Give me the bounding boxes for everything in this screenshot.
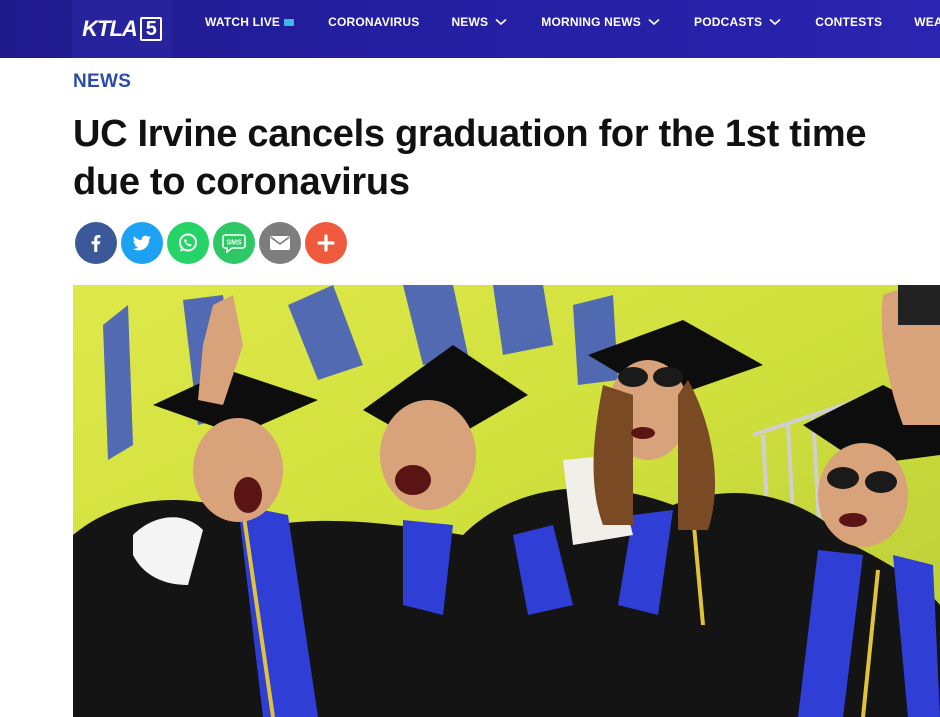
share-twitter-button[interactable] xyxy=(121,222,163,264)
nav-item-weather[interactable]: WEATHER xyxy=(914,15,940,29)
sms-icon: SMS xyxy=(222,234,246,254)
main-nav: WATCH LIVE CORONAVIRUS NEWS MORNING NEWS… xyxy=(205,0,940,44)
site-logo-link[interactable]: KTLA 5 xyxy=(72,0,172,58)
nav-item-label: NEWS xyxy=(451,15,489,29)
nav-item-contests[interactable]: CONTESTS xyxy=(815,15,882,29)
nav-item-coronavirus[interactable]: CORONAVIRUS xyxy=(328,15,419,29)
email-icon xyxy=(270,236,290,250)
sms-label: SMS xyxy=(226,240,242,247)
chevron-down-icon xyxy=(648,18,660,26)
facebook-icon xyxy=(91,235,101,252)
site-logo: KTLA 5 xyxy=(82,16,162,42)
nav-item-news[interactable]: NEWS xyxy=(451,15,507,29)
nav-item-label: WEATHER xyxy=(914,15,940,29)
twitter-icon xyxy=(132,235,152,251)
article-hero-image xyxy=(73,285,940,717)
logo-text: KTLA xyxy=(82,16,138,41)
chevron-down-icon xyxy=(769,18,781,26)
top-navigation-bar: KTLA 5 WATCH LIVE CORONAVIRUS NEWS MORNI… xyxy=(0,0,940,58)
nav-item-label: MORNING NEWS xyxy=(541,15,641,29)
logo-number: 5 xyxy=(139,17,162,41)
chevron-down-icon xyxy=(495,18,507,26)
nav-item-label: CORONAVIRUS xyxy=(328,15,420,29)
section-label-news[interactable]: NEWS xyxy=(73,71,131,93)
share-more-button[interactable] xyxy=(305,222,347,264)
share-email-button[interactable] xyxy=(259,222,301,264)
share-whatsapp-button[interactable] xyxy=(167,222,209,264)
nav-item-podcasts[interactable]: PODCASTS xyxy=(694,15,781,29)
whatsapp-icon xyxy=(179,233,197,252)
plus-icon xyxy=(317,234,335,252)
share-facebook-button[interactable] xyxy=(75,222,117,264)
nav-item-watch-live[interactable]: WATCH LIVE xyxy=(205,15,295,29)
nav-item-morning-news[interactable]: MORNING NEWS xyxy=(541,15,660,29)
tv-icon xyxy=(284,18,295,26)
graduation-photo xyxy=(73,285,940,717)
nav-item-label: CONTESTS xyxy=(815,15,883,29)
share-sms-button[interactable]: SMS xyxy=(213,222,255,264)
share-bar: SMS xyxy=(75,222,347,264)
nav-item-label: WATCH LIVE xyxy=(205,15,281,29)
article-headline: UC Irvine cancels graduation for the 1st… xyxy=(73,113,867,203)
nav-item-label: PODCASTS xyxy=(693,15,763,29)
